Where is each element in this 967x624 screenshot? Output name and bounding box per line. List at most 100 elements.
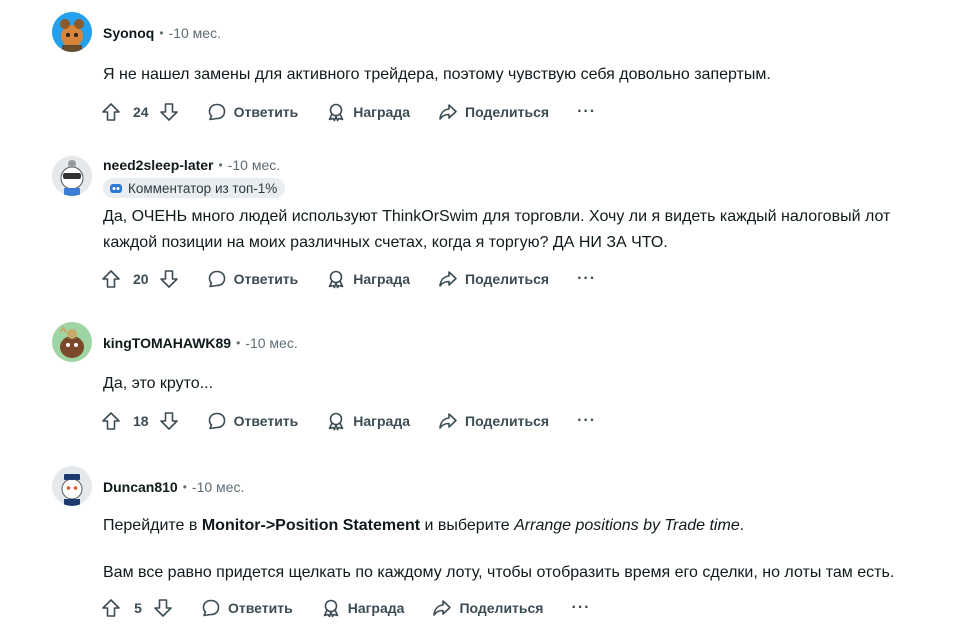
award-label: Награда [347, 600, 405, 616]
award-ribbon-icon [328, 412, 344, 431]
comment-time[interactable]: -10 мес. [245, 335, 297, 351]
share-arrow-icon [433, 600, 452, 616]
downvote-arrow-icon [154, 599, 172, 617]
comment-meta: need2sleep-later • -10 мес. [103, 155, 280, 175]
share-label: Поделиться [465, 104, 550, 120]
text-run: и выберите [420, 517, 515, 534]
ellipsis-icon[interactable]: ··· [577, 405, 596, 437]
vote-count: 18 [133, 413, 149, 429]
award-button[interactable]: Награда [326, 96, 410, 128]
award-ribbon-icon [328, 270, 344, 289]
author-name[interactable]: Duncan810 [103, 479, 178, 495]
award-button[interactable]: Награда [326, 263, 410, 295]
share-button[interactable]: Поделиться [438, 263, 549, 295]
upvote-button[interactable] [101, 263, 121, 295]
speech-bubble-icon [208, 103, 225, 121]
vote-count: 20 [133, 271, 149, 287]
vote-count: 24 [133, 104, 149, 120]
award-label: Награда [353, 271, 411, 287]
comment-paragraph: Я не нашел замены для активного трейдера… [103, 66, 771, 83]
comment-time[interactable]: -10 мес. [192, 479, 244, 495]
bold-text-run: Monitor->Position Statement [201, 517, 421, 534]
vote-count: 5 [134, 600, 142, 616]
award-button[interactable]: Награда [326, 405, 410, 437]
award-button[interactable]: Награда [321, 592, 405, 624]
top-commenter-icon [110, 184, 122, 193]
speech-bubble-icon [208, 270, 225, 288]
reply-button[interactable]: Ответить [207, 263, 299, 295]
author-name[interactable]: Syonoq [103, 25, 154, 41]
ellipsis-icon[interactable]: ··· [577, 96, 596, 128]
reply-button[interactable]: Ответить [207, 405, 299, 437]
upvote-arrow-icon [102, 270, 120, 288]
comment-paragraph: Перейдите в Monitor->Position Statement … [103, 513, 744, 539]
comment-paragraph: Вам все равно придется щелкать по каждом… [103, 564, 895, 581]
reply-label: Ответить [233, 413, 299, 429]
separator-dot: • [182, 480, 187, 494]
comment-actions: 5 Ответить Награда Поделиться ··· [101, 592, 590, 624]
comment-meta: Duncan810 • -10 мес. [103, 477, 244, 497]
comment-paragraph: Да, ОЧЕНЬ много людей используют ThinkOr… [103, 208, 891, 225]
speech-bubble-icon [202, 599, 220, 617]
downvote-arrow-icon [159, 103, 178, 121]
comment-body: Перейдите в Monitor->Position Statement … [103, 513, 744, 539]
downvote-button[interactable] [159, 263, 179, 295]
share-label: Поделиться [465, 413, 550, 429]
award-label: Награда [353, 413, 411, 429]
avatar[interactable] [52, 322, 92, 362]
comment-body: Я не нашел замены для активного трейдера… [103, 62, 771, 88]
award-ribbon-icon [323, 599, 339, 618]
reply-label: Ответить [228, 600, 293, 616]
share-button[interactable]: Поделиться [432, 592, 543, 624]
comment-actions: 20 Ответить Награда Поделиться ··· [101, 263, 596, 295]
upvote-arrow-icon [102, 103, 120, 121]
award-ribbon-icon [328, 103, 344, 122]
share-button[interactable]: Поделиться [438, 405, 549, 437]
speech-bubble-icon [208, 412, 225, 430]
comment-paragraph: Да, это круто... [103, 375, 214, 392]
avatar[interactable] [52, 156, 92, 196]
reply-label: Ответить [233, 104, 299, 120]
comment-paragraph: каждой позиции на моих различных счетах,… [103, 234, 668, 251]
share-arrow-icon [439, 104, 457, 120]
ellipsis-icon[interactable]: ··· [577, 263, 596, 295]
reply-button[interactable]: Ответить [201, 592, 293, 624]
downvote-arrow-icon [159, 270, 178, 288]
italic-text-run: Arrange positions by Trade time [514, 517, 740, 534]
comment-meta: Syonoq • -10 мес. [103, 23, 221, 43]
separator-dot: • [236, 336, 241, 350]
separator-dot: • [159, 26, 164, 40]
downvote-button[interactable] [153, 592, 173, 624]
award-label: Награда [353, 104, 411, 120]
author-name[interactable]: kingTOMAHAWK89 [103, 335, 231, 351]
avatar[interactable] [52, 12, 92, 52]
downvote-button[interactable] [159, 96, 179, 128]
comment-time[interactable]: -10 мес. [169, 25, 221, 41]
text-run: Перейдите в [103, 517, 202, 534]
comment-body-second: Вам все равно придется щелкать по каждом… [103, 560, 894, 586]
flair-label: Комментатор из топ-1% [128, 180, 278, 196]
upvote-button[interactable] [101, 405, 121, 437]
comment-actions: 24 Ответить Награда Поделиться ··· [101, 96, 596, 128]
comment-meta: kingTOMAHAWK89 • -10 мес. [103, 333, 298, 353]
reply-button[interactable]: Ответить [207, 96, 299, 128]
separator-dot: • [218, 158, 223, 172]
comment-actions: 18 Ответить Награда Поделиться ··· [101, 405, 596, 437]
share-label: Поделиться [459, 600, 544, 616]
downvote-arrow-icon [159, 412, 178, 430]
share-label: Поделиться [465, 271, 550, 287]
ellipsis-icon[interactable]: ··· [571, 592, 590, 624]
reply-label: Ответить [233, 271, 299, 287]
upvote-button[interactable] [101, 96, 121, 128]
upvote-arrow-icon [102, 412, 120, 430]
author-name[interactable]: need2sleep-later [103, 157, 214, 173]
downvote-button[interactable] [159, 405, 179, 437]
comment-body: Да, ОЧЕНЬ много людей используют ThinkOr… [103, 204, 890, 256]
user-flair: Комментатор из топ-1% [103, 178, 286, 198]
share-arrow-icon [439, 413, 457, 429]
comment-body: Да, это круто... [103, 371, 213, 397]
comment-time[interactable]: -10 мес. [228, 157, 280, 173]
upvote-button[interactable] [101, 592, 121, 624]
share-button[interactable]: Поделиться [438, 96, 549, 128]
avatar[interactable] [52, 466, 92, 506]
